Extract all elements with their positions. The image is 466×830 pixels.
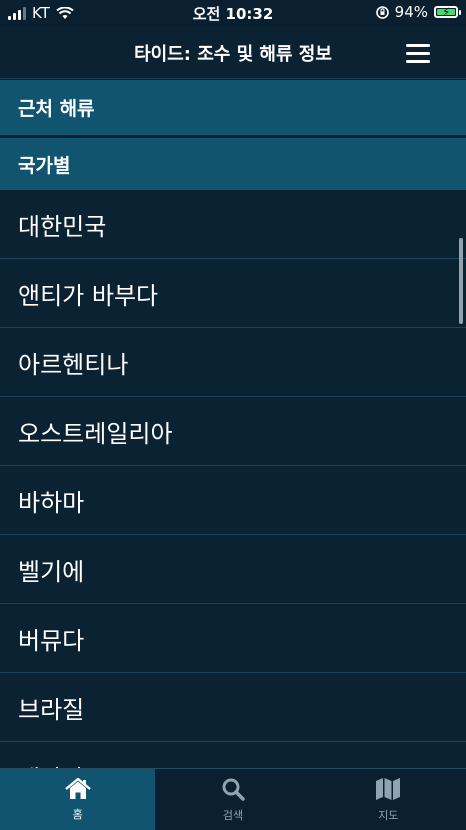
tab-map[interactable]: 지도 — [311, 769, 466, 830]
section-nearby-currents[interactable]: 근처 해류 — [0, 80, 466, 135]
country-name: 앤티가 바부다 — [18, 281, 159, 310]
tab-home-label: 홈 — [72, 807, 83, 821]
home-icon — [64, 777, 91, 799]
list-item[interactable]: 대한민국 — [0, 190, 466, 259]
country-name: 브라질 — [18, 695, 85, 724]
status-bar: KT 오전 10:32 94% ⚡ — [0, 0, 466, 26]
hamburger-menu-icon[interactable] — [406, 44, 432, 64]
battery-icon: ⚡ — [434, 5, 461, 19]
orientation-lock-icon — [375, 5, 389, 19]
country-name: 오스트레일리아 — [18, 419, 173, 448]
tab-bar: 홈 검색 지도 — [0, 768, 466, 830]
list-item[interactable]: 브라질 — [0, 673, 466, 742]
search-icon — [222, 778, 245, 801]
country-name: 버뮤다 — [18, 626, 85, 655]
page-title: 타이드: 조수 및 해류 정보 — [134, 44, 332, 65]
tab-search-label: 검색 — [222, 808, 244, 822]
list-item[interactable]: 버뮤다 — [0, 604, 466, 673]
scrollbar[interactable] — [459, 238, 463, 324]
country-name: 캐나다 — [18, 759, 84, 769]
list-item[interactable]: 앤티가 바부다 — [0, 259, 466, 328]
tab-home[interactable]: 홈 — [0, 769, 156, 830]
list-item[interactable]: 캐나다 — [0, 742, 466, 769]
navigation-bar: 타이드: 조수 및 해류 정보 — [0, 26, 466, 79]
list-item[interactable]: 벨기에 — [0, 535, 466, 604]
map-icon — [376, 777, 401, 800]
list-item[interactable]: 바하마 — [0, 466, 466, 535]
list-item[interactable]: 오스트레일리아 — [0, 397, 466, 466]
section-by-country-label: 국가별 — [18, 154, 71, 177]
country-name: 바하마 — [18, 488, 85, 517]
country-list[interactable]: 대한민국 앤티가 바부다 아르헨티나 오스트레일리아 바하마 벨기에 버뮤다 브… — [0, 190, 466, 768]
list-item[interactable]: 아르헨티나 — [0, 328, 466, 397]
tab-search[interactable]: 검색 — [155, 769, 310, 830]
battery-percent: 94% — [394, 3, 428, 21]
tab-map-label: 지도 — [378, 808, 399, 822]
country-name: 대한민국 — [18, 212, 107, 241]
country-name: 벨기에 — [18, 557, 85, 586]
country-name: 아르헨티나 — [18, 350, 129, 379]
status-right: 94% ⚡ — [375, 3, 461, 21]
charging-bolt-icon: ⚡ — [442, 5, 451, 19]
section-by-country: 국가별 — [0, 138, 466, 190]
section-nearby-label: 근처 해류 — [18, 98, 95, 120]
